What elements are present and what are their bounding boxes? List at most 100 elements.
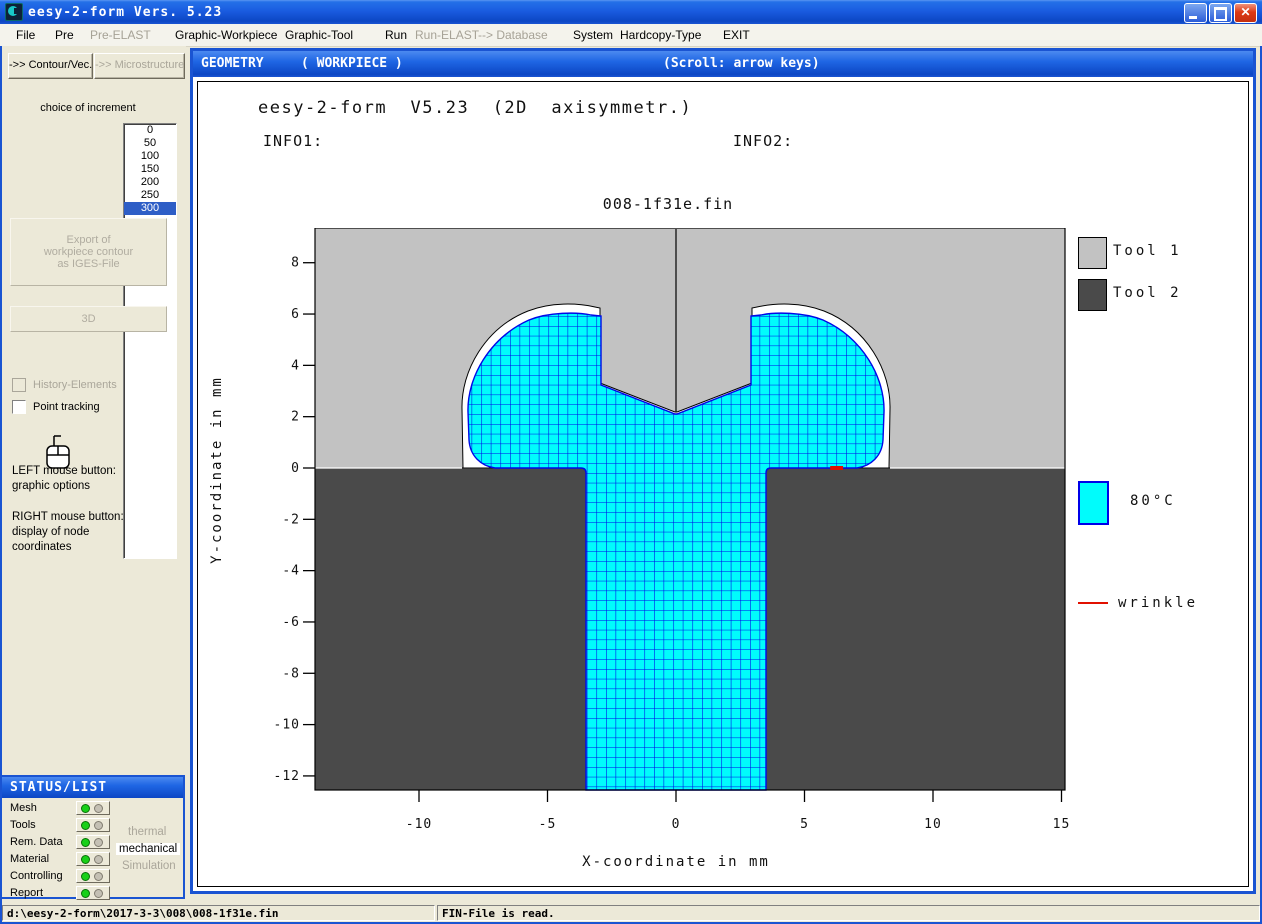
svg-text:4: 4 (291, 358, 300, 373)
mode-mechanical: mechanical (116, 843, 180, 855)
status-list-panel: STATUS/LIST Mesh Tools Rem. Data Material Co… (0, 775, 185, 899)
point-tracking-checkbox[interactable] (12, 400, 26, 414)
menu-item-file[interactable]: File (16, 28, 35, 42)
led-on-icon (81, 855, 90, 864)
menu-item-hardcopy-type[interactable]: Hardcopy-Type (620, 28, 701, 42)
mouse-help-left: LEFT mouse button: graphic options (12, 464, 116, 494)
increment-option-0[interactable]: 0 (124, 124, 176, 137)
status-row-label: Material (10, 853, 49, 865)
window-title: eesy-2-form Vers. 5.23 (28, 5, 222, 20)
status-led-button[interactable] (76, 852, 110, 866)
svg-text:2: 2 (291, 410, 300, 425)
led-off-icon (94, 821, 103, 830)
canvas-header: GEOMETRY ( WORKPIECE ) (Scroll: arrow ke… (193, 51, 1253, 77)
increment-option-150[interactable]: 150 (124, 163, 176, 176)
svg-text:-2: -2 (282, 512, 300, 527)
menu-item-graphic-workpiece[interactable]: Graphic-Workpiece (175, 28, 277, 42)
menu-item-system[interactable]: System (573, 28, 613, 42)
legend-swatch-tool-1 (1078, 237, 1107, 269)
svg-text:-4: -4 (282, 564, 300, 579)
point-tracking-label: Point tracking (33, 401, 100, 413)
led-on-icon (81, 804, 90, 813)
status-row-label: Mesh (10, 802, 37, 814)
menu-item-run-elast: Run-ELAST (415, 28, 479, 42)
header-geometry-label: GEOMETRY (201, 56, 264, 71)
status-row-rem-data: Rem. Data (2, 835, 112, 851)
status-panel-title[interactable]: STATUS/LIST (2, 777, 183, 798)
led-off-icon (94, 855, 103, 864)
close-icon: ✕ (1235, 5, 1256, 19)
graphics-canvas-window: GEOMETRY ( WORKPIECE ) (Scroll: arrow ke… (190, 48, 1256, 894)
status-led-button[interactable] (76, 801, 110, 815)
tab-microstructure[interactable]: ->> Microstructure (94, 53, 185, 79)
menu-item--database: --> Database (478, 28, 548, 42)
wrinkle-legend-line (1078, 602, 1108, 604)
led-off-icon (94, 838, 103, 847)
temperature-label: 80°C (1130, 493, 1176, 509)
svg-text:-8: -8 (282, 666, 300, 681)
led-on-icon (81, 889, 90, 898)
menu-bar: File Pre Pre-ELAST Graphic-Workpiece Graphic… (0, 24, 1262, 47)
increment-label: choice of increment (0, 102, 176, 114)
status-row-label: Report (10, 887, 43, 899)
status-row-material: Material (2, 852, 112, 868)
svg-text:8: 8 (291, 256, 300, 271)
svg-text:10: 10 (924, 817, 942, 832)
canvas-body[interactable]: eesy-2-form V5.23 (2D axisymmetr.) INFO1… (193, 77, 1253, 891)
menu-item-run[interactable]: Run (385, 28, 407, 42)
history-elements-label: History-Elements (33, 379, 117, 391)
increment-option-200[interactable]: 200 (124, 176, 176, 189)
info2-label: INFO2: (733, 132, 793, 150)
export-iges-button[interactable]: Export of workpiece contour as IGES-File (10, 218, 167, 286)
statusbar-message: FIN-File is read. (437, 905, 1260, 921)
svg-text:6: 6 (291, 307, 300, 322)
mode-simulation: Simulation (122, 860, 176, 872)
menu-item-graphic-tool[interactable]: Graphic-Tool (285, 28, 353, 42)
statusbar-file-path: d:\eesy-2-form\2017-3-3\008\008-1f31e.fi… (2, 905, 435, 921)
status-rows: Mesh Tools Rem. Data Material Controlling Rep… (2, 801, 112, 903)
increment-option-250[interactable]: 250 (124, 189, 176, 202)
tab-contour-vec[interactable]: ->> Contour/Vec. (8, 53, 93, 79)
maximize-button[interactable] (1209, 3, 1232, 23)
svg-text:5: 5 (800, 817, 809, 832)
app-icon (5, 3, 23, 21)
led-off-icon (94, 872, 103, 881)
led-on-icon (81, 821, 90, 830)
app-window: { "window": { "title": "eesy-2-form Vers… (0, 0, 1262, 924)
threed-button[interactable]: 3D (10, 306, 167, 332)
checkbox-row-history: History-Elements (12, 378, 117, 392)
status-led-button[interactable] (76, 869, 110, 883)
status-bar: d:\eesy-2-form\2017-3-3\008\008-1f31e.fi… (0, 904, 1262, 924)
menu-item-pre[interactable]: Pre (55, 28, 74, 42)
history-elements-checkbox[interactable] (12, 378, 26, 392)
status-led-button[interactable] (76, 886, 110, 900)
title-bar[interactable]: eesy-2-form Vers. 5.23 ✕ (0, 0, 1262, 24)
y-axis-label: Y-coordinate in mm (209, 350, 225, 590)
status-row-label: Tools (10, 819, 36, 831)
menu-item-exit[interactable]: EXIT (723, 28, 750, 42)
status-row-controlling: Controlling (2, 869, 112, 885)
menu-item-pre-elast: Pre-ELAST (90, 28, 151, 42)
increment-listbox[interactable]: 050100150200250300 (123, 123, 177, 559)
status-row-label: Rem. Data (10, 836, 63, 848)
status-led-button[interactable] (76, 818, 110, 832)
svg-text:-12: -12 (274, 769, 300, 784)
legend-label-tool-2: Tool 2 (1113, 285, 1182, 301)
minimize-button[interactable] (1184, 3, 1207, 23)
increment-option-50[interactable]: 50 (124, 137, 176, 150)
plot-title: eesy-2-form V5.23 (2D axisymmetr.) (258, 98, 692, 118)
status-row-label: Controlling (10, 870, 63, 882)
mouse-help-right: RIGHT mouse button: display of node coor… (12, 510, 124, 555)
minimize-icon (1189, 16, 1197, 19)
increment-option-300[interactable]: 300 (124, 202, 176, 215)
increment-option-100[interactable]: 100 (124, 150, 176, 163)
led-on-icon (81, 838, 90, 847)
led-off-icon (94, 804, 103, 813)
fin-file-label: 008-1f31e.fin (568, 195, 768, 213)
svg-text:0: 0 (291, 461, 300, 476)
close-button[interactable]: ✕ (1234, 3, 1257, 23)
simulation-plot[interactable]: 86420-2-4-6-8-10-12-10-5051015X-coordina… (270, 228, 1070, 876)
legend-swatch-tool-2 (1078, 279, 1107, 311)
header-workpiece-label: ( WORKPIECE ) (301, 56, 403, 71)
status-led-button[interactable] (76, 835, 110, 849)
